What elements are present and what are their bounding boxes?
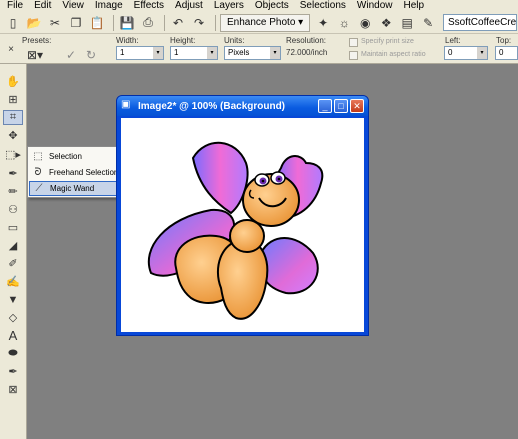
image-window: ▣ Image2* @ 100% (Background) _ □ ✕ [116,95,369,336]
toolbar-divider [215,14,216,31]
left-field[interactable]: 0 ▾ [444,46,488,60]
menu-adjust[interactable]: Adjust [170,0,209,12]
close-icon[interactable]: ✕ [350,99,364,113]
apply-icon[interactable]: ✓ [62,46,80,64]
lasso-icon: ᘐ [34,167,42,178]
copy-icon[interactable]: ❐ [67,14,85,32]
presets-icon[interactable]: ⊠▾ [26,46,44,64]
open-file-icon[interactable]: 📂 [25,14,43,32]
paste-icon[interactable]: 📋 [88,14,106,32]
maintain-aspect-checkbox[interactable] [349,51,358,60]
spinner-icon[interactable]: ▾ [207,47,217,59]
height-label: Height: [170,36,196,45]
layers-icon[interactable]: ▤ [398,14,416,32]
height-value: 1 [174,48,179,57]
units-label: Units: [224,36,245,45]
menu-layers[interactable]: Layers [209,0,250,12]
undo-icon[interactable]: ↶ [169,14,187,32]
warp-icon[interactable]: ⊠ [3,382,23,397]
eraser-icon[interactable]: ◇ [3,310,23,325]
redo-icon[interactable]: ↷ [190,14,208,32]
text-icon[interactable]: A [3,328,23,343]
top-value: 0 [499,48,504,57]
material-combo[interactable]: SsoftCoffeeCream [443,14,517,31]
maximize-icon[interactable]: □ [334,99,348,113]
menu-selections[interactable]: Selections [295,0,352,12]
height-field[interactable]: 1 ▾ [170,46,218,60]
menu-window[interactable]: Window [352,0,399,12]
clone-brush-icon[interactable]: ⚇ [3,202,23,217]
menu-image[interactable]: Image [90,0,129,12]
auto-fix-icon[interactable]: ☼ [335,14,353,32]
selection-icon: ⬚ [33,151,43,162]
units-value: Pixels [228,48,250,57]
image-canvas[interactable] [121,118,364,332]
image-window-titlebar[interactable]: ▣ Image2* @ 100% (Background) _ □ ✕ [117,96,368,116]
zoom-icon[interactable]: ⊞ [3,92,23,107]
reset-icon[interactable]: ↻ [82,46,100,64]
image-document-icon: ▣ [121,99,131,110]
specify-print-size-checkbox[interactable] [349,38,358,47]
palette-icon[interactable]: ❖ [377,14,395,32]
resolution-label: Resolution: [286,36,327,45]
top-label: Top: [496,36,512,45]
magic-wand-icon: ⟋ [35,183,43,194]
enhance-photo-label: Enhance Photo [227,17,296,28]
brush-icon[interactable]: ✎ [419,14,437,32]
red-eye-icon[interactable]: ◉ [356,14,374,32]
units-select[interactable]: Pixels ▾ [224,46,281,60]
tools-palette: ✋ ⊞ ⌗ ✥ ⬚▸ ✒ ✏ ⚇ ▭ ◢ ✐ ✍ ▼ ◇ A ⬬ ✒ ⊠ [0,64,27,439]
top-field[interactable]: 0 [495,46,518,60]
toolbar-divider [164,14,165,31]
specify-print-size-label: Specify print size [361,38,414,45]
dodge-icon[interactable]: ◢ [3,238,23,253]
left-label: Left: [445,36,461,45]
hand-icon[interactable]: ✋ [3,74,23,89]
width-value: 1 [120,48,125,57]
spinner-icon[interactable]: ▾ [477,47,487,59]
image-window-title: Image2* @ 100% (Background) [138,100,286,112]
menu-help[interactable]: Help [398,0,430,12]
maintain-aspect-label: Maintain aspect ratio [361,51,426,58]
shape-icon[interactable]: ⬬ [3,346,23,361]
paint-brush-icon[interactable]: ✏ [3,184,23,199]
menu-bar: File Edit View Image Effects Adjust Laye… [0,0,518,12]
new-file-icon[interactable]: ▯ [4,14,22,32]
crop-icon[interactable]: ⌗ [3,110,23,125]
pen-icon[interactable]: ✒ [3,364,23,379]
presets-label: Presets: [22,36,52,45]
minimize-icon[interactable]: _ [318,99,332,113]
lighten-icon[interactable]: ✍ [3,274,23,289]
dropper-icon[interactable]: ✒ [3,166,23,181]
width-label: Width: [116,36,139,45]
chevron-down-icon[interactable]: ▾ [270,47,280,59]
menu-edit[interactable]: Edit [29,0,57,12]
enhance-photo-button[interactable]: Enhance Photo ▾ [220,13,311,32]
cut-icon[interactable]: ✂ [46,14,64,32]
left-value: 0 [448,48,453,57]
close-options-icon[interactable]: × [2,40,20,58]
width-field[interactable]: 1 ▾ [116,46,164,60]
sparkle-icon[interactable]: ✦ [314,14,332,32]
spinner-icon[interactable]: ▾ [153,47,163,59]
butterfly-illustration [147,141,324,320]
menu-file[interactable]: File [2,0,29,12]
menu-view[interactable]: View [57,0,90,12]
menu-effects[interactable]: Effects [129,0,170,12]
scratch-remover-icon[interactable]: ▭ [3,220,23,235]
resolution-value: 72.000/inch [286,48,328,57]
flood-fill-icon[interactable]: ▼ [3,292,23,307]
toolbar-divider [113,14,114,31]
menu-objects[interactable]: Objects [250,0,295,12]
standard-toolbar: ▯ 📂 ✂ ❐ 📋 💾 ⎙ ↶ ↷ Enhance Photo ▾ ✦ ☼ ◉ … [0,12,518,34]
smudge-icon[interactable]: ✐ [3,256,23,271]
save-icon[interactable]: 💾 [118,14,136,32]
tool-options-bar: × Presets: ⊠▾ ✓ ↻ Width: 1 ▾ Height: 1 ▾ U… [0,34,518,64]
move-icon[interactable]: ✥ [3,128,23,143]
print-icon[interactable]: ⎙ [139,14,157,32]
selection-tool-icon[interactable]: ⬚▸ [3,147,23,162]
